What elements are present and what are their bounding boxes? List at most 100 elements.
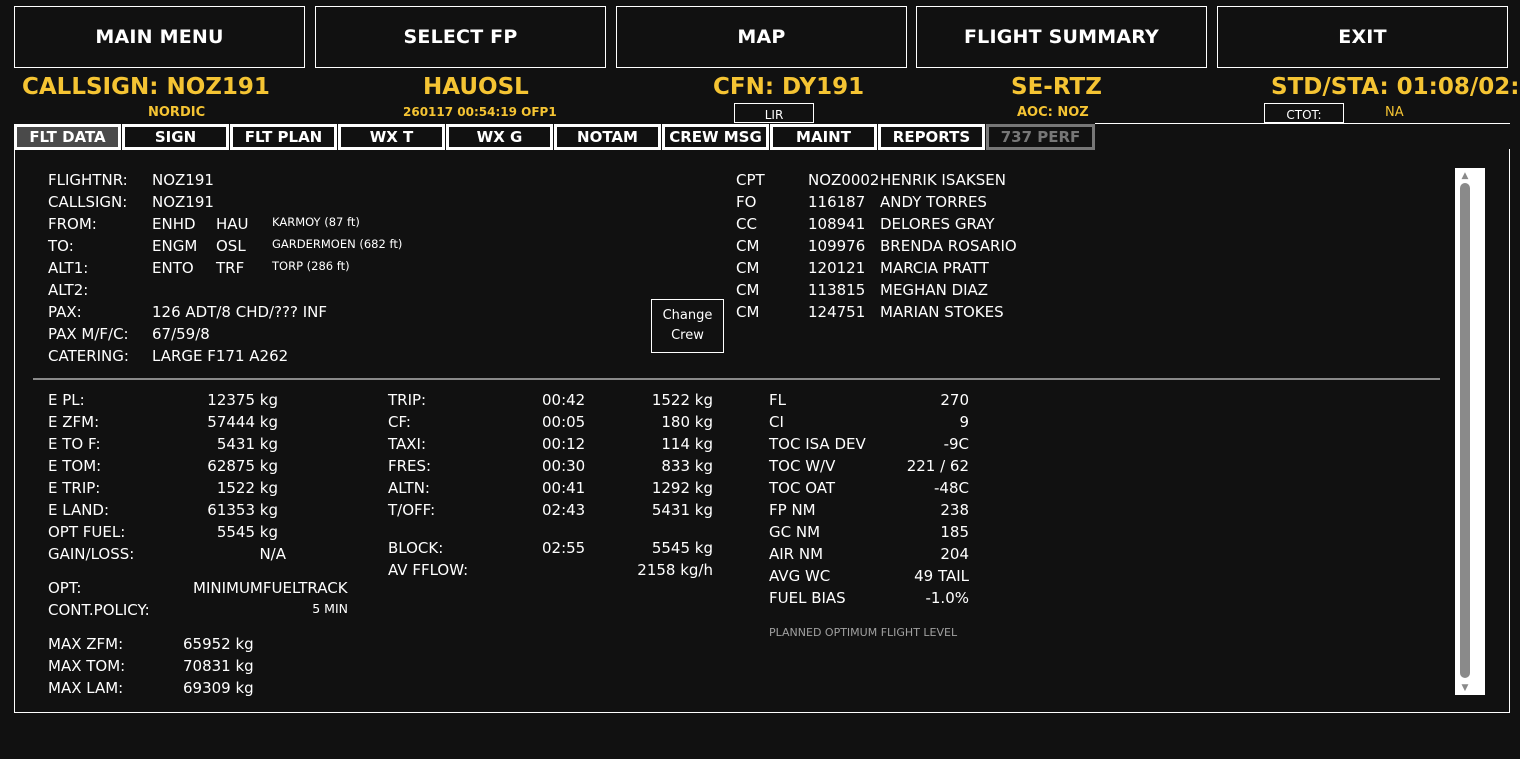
perf-label: FUEL BIAS <box>769 589 846 607</box>
tab-maint[interactable]: MAINT <box>770 124 877 150</box>
scroll-up-icon[interactable]: ▲ <box>1459 171 1471 181</box>
fuel-mass: 1522 kg <box>651 391 713 409</box>
header-route: HAUOSL <box>423 74 529 100</box>
perf-value: 49 TAIL <box>914 567 969 585</box>
tab-reports[interactable]: REPORTS <box>878 124 985 150</box>
change-crew-button[interactable]: Change Crew <box>651 299 724 353</box>
crew-id: 108941 <box>808 215 866 233</box>
to-name: GARDERMOEN (682 ft) <box>272 237 403 251</box>
block-mass: 5545 kg <box>651 539 713 557</box>
callsign-label: CALLSIGN: <box>48 193 128 211</box>
crew-role: CM <box>736 303 760 321</box>
from-label: FROM: <box>48 215 97 233</box>
flt-data-panel <box>14 149 1510 713</box>
crew-name: HENRIK ISAKSEN <box>880 171 1006 189</box>
flightnr-label: FLIGHTNR: <box>48 171 128 189</box>
lir-label: LIR <box>764 108 784 122</box>
max-value: 70831 kg <box>183 657 254 675</box>
fuel-time: 00:05 <box>542 413 586 431</box>
catering-label: CATERING: <box>48 347 129 365</box>
header-callsign: CALLSIGN: NOZ191 <box>22 74 270 100</box>
alt1-iata: TRF <box>216 259 245 277</box>
av-fflow-label: AV FFLOW: <box>388 561 469 579</box>
perf-value: -9C <box>943 435 969 453</box>
block-time: 02:55 <box>542 539 586 557</box>
crew-id: 116187 <box>808 193 866 211</box>
weight-label: E TRIP: <box>48 479 101 497</box>
opt-value: MINIMUMFUELTRACK <box>193 579 348 597</box>
crew-name: MARCIA PRATT <box>880 259 989 277</box>
max-value: 69309 kg <box>183 679 254 697</box>
perf-label: CI <box>769 413 784 431</box>
change-crew-line1: Change <box>662 308 713 323</box>
weight-value: N/A <box>259 545 286 563</box>
crew-role: FO <box>736 193 757 211</box>
perf-value: -1.0% <box>925 589 969 607</box>
perf-value: 221 / 62 <box>906 457 969 475</box>
fuel-mass: 5431 kg <box>651 501 713 519</box>
crew-name: ANDY TORRES <box>880 193 987 211</box>
perf-label: FP NM <box>769 501 816 519</box>
tab-wx-t[interactable]: WX T <box>338 124 445 150</box>
select-fp-button[interactable]: SELECT FP <box>315 6 606 68</box>
block-label: BLOCK: <box>388 539 444 557</box>
flight-summary-button[interactable]: FLIGHT SUMMARY <box>916 6 1207 68</box>
callsign-value: NOZ191 <box>152 193 214 211</box>
lir-box[interactable]: LIR <box>734 103 814 123</box>
crew-name: BRENDA ROSARIO <box>880 237 1017 255</box>
crew-id: 109976 <box>808 237 866 255</box>
exit-button[interactable]: EXIT <box>1217 6 1508 68</box>
fuel-label: ALTN: <box>388 479 430 497</box>
crew-id: NOZ0002 <box>808 171 880 189</box>
weight-label: E LAND: <box>48 501 110 519</box>
main-menu-button[interactable]: MAIN MENU <box>14 6 305 68</box>
crew-role: CPT <box>736 171 765 189</box>
fuel-mass: 833 kg <box>661 457 713 475</box>
scrollbar-thumb[interactable] <box>1460 183 1470 678</box>
crew-id: 120121 <box>808 259 866 277</box>
alt1-label: ALT1: <box>48 259 89 277</box>
perf-label: GC NM <box>769 523 821 541</box>
alt1-name: TORP (286 ft) <box>272 259 350 273</box>
fuel-time: 00:30 <box>542 457 586 475</box>
perf-label: TOC ISA DEV <box>769 435 866 453</box>
panel-top-border <box>1095 123 1510 124</box>
weight-value: 1522 kg <box>216 479 278 497</box>
fuel-label: TRIP: <box>388 391 427 409</box>
fuel-time: 02:43 <box>542 501 586 519</box>
perf-label: TOC W/V <box>769 457 836 475</box>
scroll-down-icon[interactable]: ▼ <box>1459 683 1471 693</box>
weight-value: 5431 kg <box>216 435 278 453</box>
map-button[interactable]: MAP <box>616 6 907 68</box>
crew-role: CM <box>736 281 760 299</box>
fuel-label: FRES: <box>388 457 432 475</box>
weight-label: E PL: <box>48 391 85 409</box>
ctot-box: CTOT: <box>1264 103 1344 123</box>
from-name: KARMOY (87 ft) <box>272 215 360 229</box>
fuel-label: CF: <box>388 413 411 431</box>
fuel-mass: 180 kg <box>661 413 713 431</box>
tab-crew-msg[interactable]: CREW MSG <box>662 124 769 150</box>
weight-label: E ZFM: <box>48 413 100 431</box>
pax-label: PAX: <box>48 303 82 321</box>
fuel-time: 00:12 <box>542 435 586 453</box>
tab-flt-data[interactable]: FLT DATA <box>14 124 121 150</box>
from-iata: HAU <box>216 215 249 233</box>
tab-wx-g[interactable]: WX G <box>446 124 553 150</box>
perf-value: -48C <box>934 479 969 497</box>
weight-value: 12375 kg <box>207 391 278 409</box>
change-crew-line2: Crew <box>671 328 704 343</box>
to-iata: OSL <box>216 237 246 255</box>
tab-737-perf[interactable]: 737 PERF <box>986 124 1095 150</box>
tab-sign[interactable]: SIGN <box>122 124 229 150</box>
perf-label: AIR NM <box>769 545 824 563</box>
crew-name: MARIAN STOKES <box>880 303 1004 321</box>
pax-value: 126 ADT/8 CHD/??? INF <box>152 303 328 321</box>
tab-notam[interactable]: NOTAM <box>554 124 661 150</box>
perf-note: PLANNED OPTIMUM FLIGHT LEVEL <box>769 626 958 639</box>
tab-flt-plan[interactable]: FLT PLAN <box>230 124 337 150</box>
header-airline: NORDIC <box>148 105 206 120</box>
max-value: 65952 kg <box>183 635 254 653</box>
crew-name: MEGHAN DIAZ <box>880 281 989 299</box>
header-std-sta: STD/STA: 01:08/02:03 <box>1271 74 1520 100</box>
